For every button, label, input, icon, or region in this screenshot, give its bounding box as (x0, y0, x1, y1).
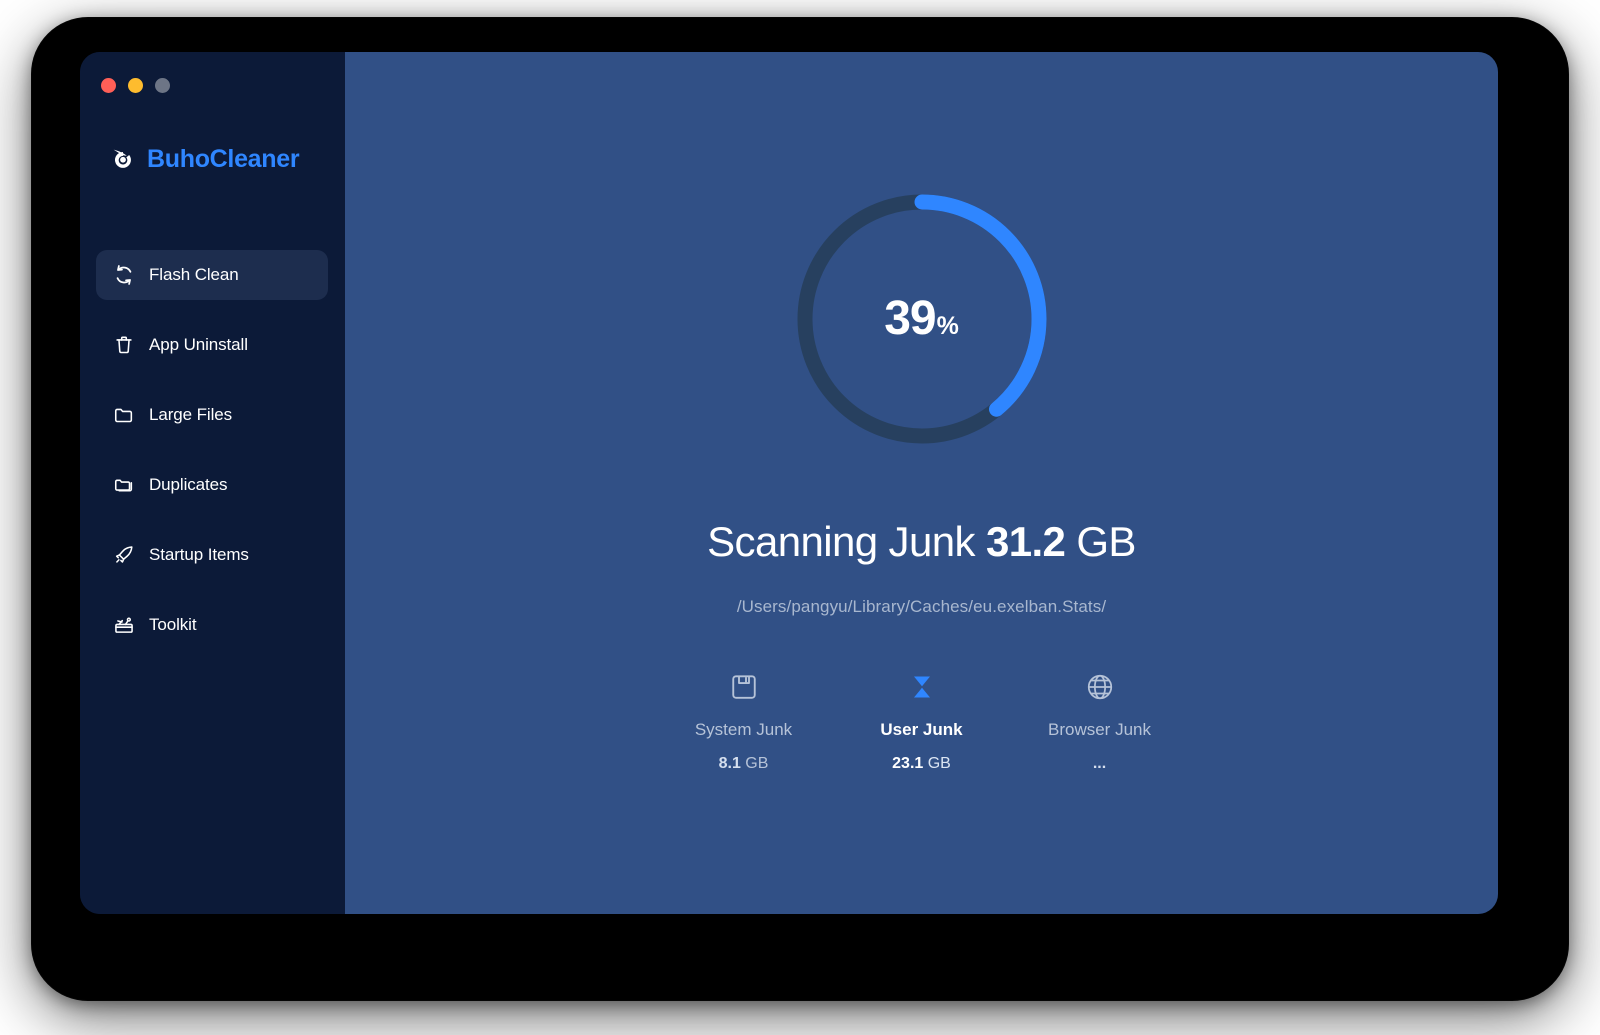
copy-icon (113, 474, 135, 496)
category-label: System Junk (695, 720, 792, 740)
sidebar-item-label: Toolkit (149, 615, 197, 635)
hourglass-icon (907, 672, 937, 702)
main-content: 39 % Scanning Junk 31.2 GB /Users/pangyu… (345, 52, 1498, 914)
scan-status-amount: 31.2 (986, 518, 1065, 565)
sidebar-item-label: Large Files (149, 405, 232, 425)
category-size-number: 23.1 (892, 755, 923, 772)
progress-percent-sign: % (937, 314, 959, 339)
progress-percent-value: 39 (884, 295, 935, 343)
window-controls (101, 78, 170, 93)
category-size: 8.1 GB (719, 755, 769, 773)
sidebar-item-flash-clean[interactable]: Flash Clean (96, 250, 328, 300)
sidebar-item-toolkit[interactable]: Toolkit (96, 600, 328, 650)
sidebar-item-app-uninstall[interactable]: App Uninstall (96, 320, 328, 370)
toolbox-icon (113, 614, 135, 636)
sidebar-item-label: App Uninstall (149, 335, 248, 355)
sidebar: BuhoCleaner Flash Clean App Uninstall (80, 52, 345, 914)
junk-categories: System Junk 8.1 GB User Junk 23.1 GB (655, 672, 1189, 773)
category-label: User Junk (880, 720, 962, 740)
rocket-icon (113, 544, 135, 566)
maximize-button[interactable] (155, 78, 170, 93)
refresh-icon (113, 264, 135, 286)
category-system-junk[interactable]: System Junk 8.1 GB (655, 672, 833, 773)
folder-icon (113, 404, 135, 426)
brand: BuhoCleaner (108, 144, 299, 174)
sidebar-item-large-files[interactable]: Large Files (96, 390, 328, 440)
sidebar-item-label: Duplicates (149, 475, 227, 495)
category-browser-junk[interactable]: Browser Junk ... (1011, 672, 1189, 773)
progress-label: 39 % (787, 184, 1057, 454)
category-label: Browser Junk (1048, 720, 1151, 740)
scan-status-prefix: Scanning Junk (707, 518, 986, 565)
sidebar-item-label: Flash Clean (149, 265, 239, 285)
scan-progress-ring: 39 % (787, 184, 1057, 454)
brand-name: BuhoCleaner (147, 145, 299, 174)
category-size-unit: GB (741, 755, 769, 772)
category-size: 23.1 GB (892, 755, 951, 773)
floppy-disk-icon (729, 672, 759, 702)
minimize-button[interactable] (128, 78, 143, 93)
globe-icon (1085, 672, 1115, 702)
scan-current-path: /Users/pangyu/Library/Caches/eu.exelban.… (345, 597, 1498, 617)
app-window: BuhoCleaner Flash Clean App Uninstall (80, 52, 1498, 914)
sidebar-item-duplicates[interactable]: Duplicates (96, 460, 328, 510)
category-size: ... (1093, 755, 1106, 773)
category-user-junk[interactable]: User Junk 23.1 GB (833, 672, 1011, 773)
category-size-unit: GB (923, 755, 951, 772)
category-size-number: ... (1093, 755, 1106, 772)
trash-icon (113, 334, 135, 356)
scan-status-unit: GB (1065, 518, 1136, 565)
sidebar-nav: Flash Clean App Uninstall Large Files (96, 250, 328, 670)
category-size-number: 8.1 (719, 755, 741, 772)
scan-status-title: Scanning Junk 31.2 GB (345, 518, 1498, 566)
sidebar-item-label: Startup Items (149, 545, 249, 565)
owl-logo-icon (108, 144, 138, 174)
sidebar-item-startup-items[interactable]: Startup Items (96, 530, 328, 580)
close-button[interactable] (101, 78, 116, 93)
